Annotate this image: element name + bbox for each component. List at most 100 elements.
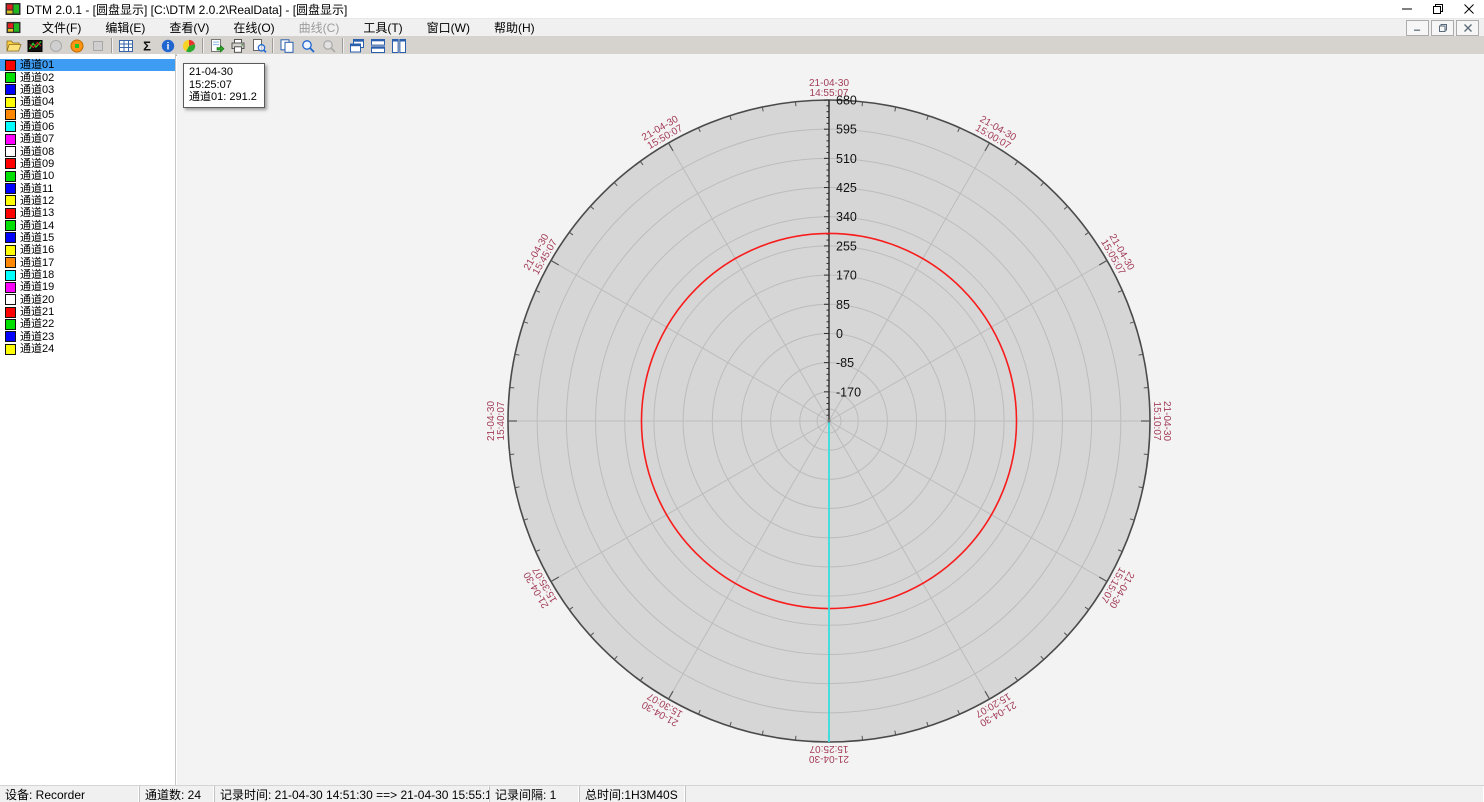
polar-chart-group: 680595510425340255170850-85-17021-04-301… <box>486 78 1172 764</box>
svg-text:i: i <box>166 41 169 52</box>
channel-color-swatch <box>5 294 16 305</box>
channel-item-16[interactable]: 通道16 <box>0 244 175 256</box>
export-button[interactable] <box>206 37 227 55</box>
status-segment-3: 记录时间: 21-04-30 14:51:30 ==> 21-04-30 15:… <box>215 786 490 802</box>
info-icon: i <box>160 38 176 54</box>
pie-chart-button[interactable] <box>178 37 199 55</box>
channel-label: 通道04 <box>20 96 54 108</box>
channel-item-08[interactable]: 通道08 <box>0 145 175 157</box>
status-bar: 设备: Recorder通道数: 24记录时间: 21-04-30 14:51:… <box>0 785 1484 802</box>
tooltip-date: 21-04-30 <box>189 66 257 79</box>
status-segment-1: 设备: Recorder <box>0 786 140 802</box>
value-tooltip: 21-04-30 15:25:07 通道01: 291.2 <box>183 63 265 108</box>
channel-item-15[interactable]: 通道15 <box>0 232 175 244</box>
axis-tick-label: 425 <box>836 181 857 195</box>
main-area: 通道01通道02通道03通道04通道05通道06通道07通道08通道09通道10… <box>0 54 1484 786</box>
mdi-child-icon[interactable] <box>6 21 22 34</box>
channel-color-swatch <box>5 183 16 194</box>
channel-item-19[interactable]: 通道19 <box>0 281 175 293</box>
channel-item-02[interactable]: 通道02 <box>0 71 175 83</box>
sum-icon: Σ <box>139 38 155 54</box>
menu-item-4[interactable]: 在线(O) <box>221 18 286 37</box>
channel-item-13[interactable]: 通道13 <box>0 207 175 219</box>
channel-item-11[interactable]: 通道11 <box>0 182 175 194</box>
tooltip-time: 15:25:07 <box>189 79 257 92</box>
channel-item-06[interactable]: 通道06 <box>0 121 175 133</box>
channel-label: 通道20 <box>20 294 54 306</box>
time-label: 21-04-3015:25:07 <box>809 743 849 764</box>
channel-item-04[interactable]: 通道04 <box>0 96 175 108</box>
channel-item-18[interactable]: 通道18 <box>0 269 175 281</box>
channel-item-07[interactable]: 通道07 <box>0 133 175 145</box>
menu-item-1[interactable]: 文件(F) <box>30 18 93 37</box>
axis-tick-label: 510 <box>836 152 857 166</box>
channel-item-22[interactable]: 通道22 <box>0 318 175 330</box>
channel-item-12[interactable]: 通道12 <box>0 195 175 207</box>
time-label: 21-04-3015:40:07 <box>486 401 507 441</box>
print-icon <box>230 38 246 54</box>
status-segment-4: 记录间隔: 1 <box>490 786 580 802</box>
chart-area: 680595510425340255170850-85-17021-04-301… <box>177 54 1484 786</box>
channel-label: 通道09 <box>20 158 54 170</box>
info-button[interactable]: i <box>157 37 178 55</box>
channel-item-20[interactable]: 通道20 <box>0 294 175 306</box>
stop-icon <box>90 38 106 54</box>
record-active-button[interactable] <box>66 37 87 55</box>
channel-item-17[interactable]: 通道17 <box>0 257 175 269</box>
channel-color-swatch <box>5 97 16 108</box>
restore-button[interactable] <box>1422 0 1453 18</box>
channel-color-swatch <box>5 60 16 71</box>
channel-color-swatch <box>5 319 16 330</box>
minimize-button[interactable] <box>1391 0 1422 18</box>
tile-horizontal-button[interactable] <box>367 37 388 55</box>
menu-item-8[interactable]: 帮助(H) <box>482 18 547 37</box>
axis-tick-label: 340 <box>836 210 857 224</box>
disc-center-dot <box>828 420 831 423</box>
close-button[interactable] <box>1453 0 1484 18</box>
channel-item-14[interactable]: 通道14 <box>0 219 175 231</box>
stop-button <box>87 37 108 55</box>
channel-label: 通道24 <box>20 343 54 355</box>
data-table-button[interactable] <box>115 37 136 55</box>
time-label-time: 14:55:07 <box>810 88 849 99</box>
channel-label: 通道23 <box>20 331 54 343</box>
menu-item-5: 曲线(C) <box>287 18 352 37</box>
channel-label: 通道22 <box>20 318 54 330</box>
cascade-windows-button[interactable] <box>346 37 367 55</box>
channel-item-05[interactable]: 通道05 <box>0 108 175 120</box>
channel-color-swatch <box>5 232 16 243</box>
channel-item-21[interactable]: 通道21 <box>0 306 175 318</box>
mdi-minimize-button[interactable] <box>1406 20 1429 36</box>
polar-chart[interactable]: 680595510425340255170850-85-17021-04-301… <box>177 54 1484 786</box>
channel-item-03[interactable]: 通道03 <box>0 84 175 96</box>
axis-tick-label: 595 <box>836 123 857 137</box>
time-label: 21-04-3014:55:07 <box>809 78 849 99</box>
menu-item-7[interactable]: 窗口(W) <box>415 18 482 37</box>
tile-vertical-button[interactable] <box>388 37 409 55</box>
menu-item-6[interactable]: 工具(T) <box>351 18 414 37</box>
window-controls <box>1391 0 1484 18</box>
channel-color-swatch <box>5 344 16 355</box>
channel-color-swatch <box>5 282 16 293</box>
print-preview-button[interactable] <box>248 37 269 55</box>
channel-item-24[interactable]: 通道24 <box>0 343 175 355</box>
record-active-icon <box>69 38 85 54</box>
channel-color-swatch <box>5 84 16 95</box>
copy-button[interactable] <box>276 37 297 55</box>
channel-item-01[interactable]: 通道01 <box>0 59 175 71</box>
open-folder-button[interactable] <box>3 37 24 55</box>
menu-item-3[interactable]: 查看(V) <box>157 18 221 37</box>
channel-item-10[interactable]: 通道10 <box>0 170 175 182</box>
sum-button[interactable]: Σ <box>136 37 157 55</box>
curve-display-button[interactable] <box>24 37 45 55</box>
channel-list: 通道01通道02通道03通道04通道05通道06通道07通道08通道09通道10… <box>0 54 176 786</box>
print-button[interactable] <box>227 37 248 55</box>
find-button[interactable] <box>297 37 318 55</box>
channel-color-swatch <box>5 171 16 182</box>
mdi-close-button[interactable] <box>1456 20 1479 36</box>
channel-item-09[interactable]: 通道09 <box>0 158 175 170</box>
mdi-restore-button[interactable] <box>1431 20 1454 36</box>
channel-item-23[interactable]: 通道23 <box>0 331 175 343</box>
toolbar-separator <box>272 38 273 53</box>
menu-item-2[interactable]: 编辑(E) <box>93 18 157 37</box>
